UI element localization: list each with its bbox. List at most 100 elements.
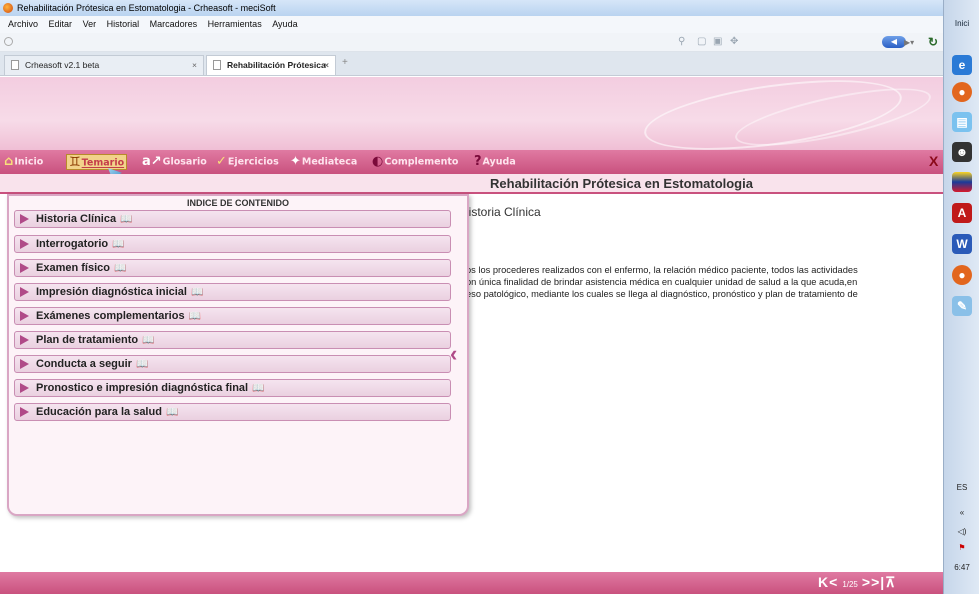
index-panel: INDICE DE CONTENIDO Historia Clínica 📖 In… [7, 194, 469, 516]
help-icon: ? [474, 154, 482, 169]
book-icon: 📖 [112, 239, 125, 250]
menu-herramientas[interactable]: Herramientas [208, 16, 262, 33]
nav-inicio[interactable]: ⌂Inicio [4, 154, 43, 170]
page-icon [11, 60, 19, 70]
play-arrow-icon [20, 407, 29, 417]
book-icon: 📖 [252, 383, 265, 394]
book-icon: 📖 [165, 407, 179, 418]
start-button[interactable]: Inici [944, 16, 979, 32]
reload-icon[interactable]: ↻ [928, 35, 938, 49]
browser-window: Rehabilitación Prótesica en Estomatologi… [0, 0, 943, 594]
tab-crheasoft[interactable]: Crheasoft v2.1 beta × [4, 55, 204, 75]
app-icon[interactable]: ☻ [952, 142, 972, 162]
check-icon: ✓ [216, 154, 227, 169]
flag-tray-icon[interactable]: ⚑ [944, 543, 979, 552]
nav-complemento[interactable]: ◐Complemento [372, 154, 458, 170]
book-icon: ♊ [69, 155, 81, 170]
nav-ejercicios[interactable]: ✓Ejercicios [216, 154, 279, 170]
section-title: listoria Clínica [466, 205, 541, 219]
menu-archivo[interactable]: Archivo [8, 16, 38, 33]
next-page-icon[interactable]: > [862, 574, 871, 590]
tray-expand-icon[interactable]: « [944, 508, 979, 517]
identity-icon[interactable] [4, 37, 13, 46]
move-icon[interactable]: ✥ [730, 36, 738, 47]
play-arrow-icon [20, 311, 29, 321]
screen: Rehabilitación Prótesica en Estomatologi… [0, 0, 979, 594]
volume-icon[interactable]: ◁) [944, 527, 979, 536]
body-text: os los procederes realizados con el enfe… [466, 264, 946, 312]
body-line: on única finalidad de brindar asistencia… [466, 277, 858, 287]
app2-icon[interactable]: A [952, 203, 972, 223]
tab-label: Crheasoft v2.1 beta [25, 60, 100, 70]
nav-temario[interactable]: ♊Temario [66, 154, 128, 170]
index-item-educacion-para-la-salud[interactable]: Educación para la salud 📖 [14, 403, 451, 421]
app-navigation: ⌂Inicio ♊Temario a↗Glosario ✓Ejercicios … [0, 150, 943, 174]
close-app-button[interactable]: X [929, 153, 938, 169]
app-banner [0, 77, 943, 150]
menu-historial[interactable]: Historial [107, 16, 140, 33]
play-arrow-icon [20, 359, 29, 369]
page-counter: 1/25 [842, 580, 858, 589]
back-button[interactable]: ◀ [882, 36, 906, 48]
close-tab-icon[interactable]: × [324, 56, 329, 75]
index-item-interrogatorio[interactable]: Interrogatorio 📖 [14, 235, 451, 253]
paste-icon[interactable]: ▣ [713, 36, 722, 47]
play-arrow-icon [20, 335, 29, 345]
top-icon[interactable]: ⊼ [885, 574, 896, 590]
book-icon: 📖 [190, 287, 204, 298]
flag-icon[interactable] [952, 172, 972, 192]
index-item-impresion-diagnostica-inicial[interactable]: Impresión diagnóstica inicial 📖 [14, 283, 451, 301]
first-page-icon[interactable]: K [818, 574, 829, 590]
pin-icon[interactable]: ⚲ [678, 36, 685, 47]
index-item-pronostico[interactable]: Pronostico e impresión diagnóstica final… [14, 379, 451, 397]
index-item-conducta-a-seguir[interactable]: Conducta a seguir 📖 [14, 355, 451, 373]
prev-page-icon[interactable]: < [829, 574, 838, 590]
page-icon [213, 60, 221, 70]
last-page-icon[interactable]: >| [871, 574, 885, 590]
paint-icon[interactable]: ✎ [952, 296, 972, 316]
ie-icon[interactable]: e [952, 55, 972, 75]
new-tab-icon[interactable]: + [342, 57, 348, 68]
index-item-examenes-complementarios[interactable]: Exámenes complementarios 📖 [14, 307, 451, 325]
pager: K< 1/25 >>|⊼ [818, 574, 896, 591]
index-item-examen-fisico[interactable]: Examen físico 📖 [14, 259, 451, 277]
page-title: Rehabilitación Prótesica en Estomatologi… [0, 174, 943, 194]
copy-icon[interactable]: ▢ [697, 36, 706, 47]
media-icon: ✦ [290, 154, 301, 169]
nav-ayuda[interactable]: ?Ayuda [474, 154, 516, 170]
menu-bar: Archivo Editar Ver Historial Marcadores … [0, 16, 943, 33]
book-icon: 📖 [120, 214, 133, 225]
play-arrow-icon [20, 263, 29, 273]
body-line: . [466, 300, 946, 312]
body-line: os los procederes realizados con el enfe… [466, 265, 858, 275]
forward-dropdown-icon[interactable]: ▶▾ [904, 38, 914, 47]
firefox-running-icon[interactable]: ● [952, 265, 972, 285]
menu-ver[interactable]: Ver [83, 16, 97, 33]
window-title: Rehabilitación Prótesica en Estomatologi… [17, 3, 276, 13]
menu-marcadores[interactable]: Marcadores [150, 16, 198, 33]
play-arrow-icon [20, 214, 29, 224]
index-heading: INDICE DE CONTENIDO [186, 198, 289, 208]
clock[interactable]: 6:47 [944, 563, 979, 572]
index-item-historia-clinica[interactable]: Historia Clínica 📖 [14, 210, 451, 228]
word-icon[interactable]: W [952, 234, 972, 254]
index-item-plan-de-tratamiento[interactable]: Plan de tratamiento 📖 [14, 331, 451, 349]
glossary-icon: a↗ [142, 154, 162, 169]
taskbar: Inici e ● ▤ ☻ A W ● ✎ ES « ◁) ⚑ 6:47 [943, 0, 979, 594]
footer-bar: K< 1/25 >>|⊼ [0, 572, 943, 594]
book-icon: 📖 [142, 335, 155, 346]
navigation-toolbar: ⚲ ▢ ▣ ✥ ◀ ▶▾ ↻ [0, 33, 943, 52]
complement-icon: ◐ [372, 154, 384, 169]
nav-glosario[interactable]: a↗Glosario [142, 154, 207, 170]
menu-editar[interactable]: Editar [49, 16, 73, 33]
close-tab-icon[interactable]: × [192, 56, 197, 75]
nav-mediateca[interactable]: ✦Mediateca [290, 154, 357, 170]
collapse-panel-icon[interactable]: ‹ [450, 343, 457, 365]
play-arrow-icon [20, 239, 29, 249]
language-indicator[interactable]: ES [944, 483, 979, 492]
explorer-icon[interactable]: ▤ [952, 112, 972, 132]
menu-ayuda[interactable]: Ayuda [272, 16, 297, 33]
tab-rehabilitacion[interactable]: Rehabilitación Prótesica en Estom... × [206, 55, 336, 89]
book-icon: 📖 [135, 359, 149, 370]
firefox-icon[interactable]: ● [952, 82, 972, 102]
